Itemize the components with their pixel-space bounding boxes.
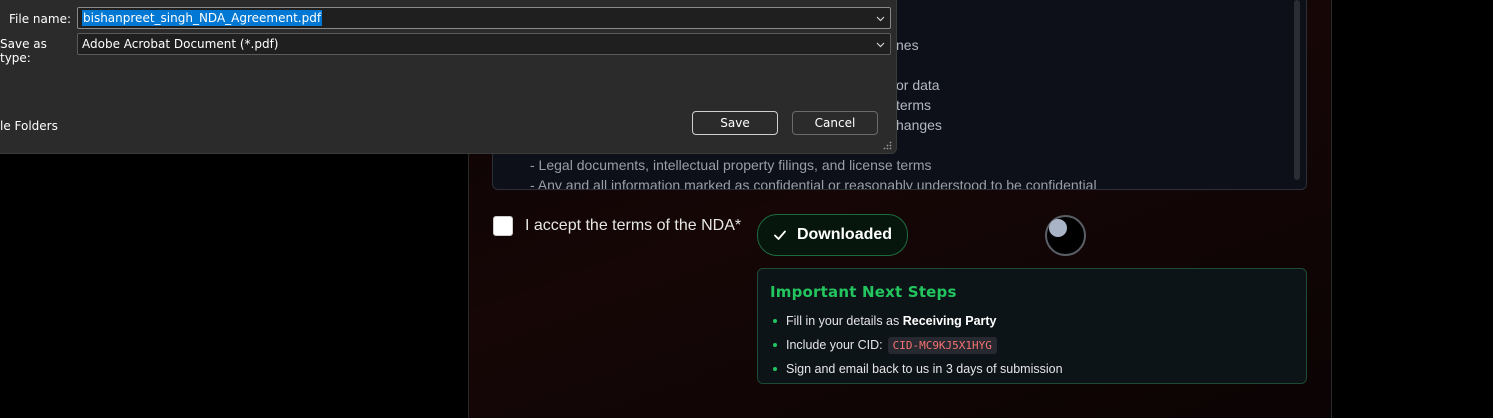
receiving-party-text: Receiving Party bbox=[902, 314, 997, 328]
terms-line-partial: terms bbox=[896, 97, 931, 113]
accept-terms-label[interactable]: I accept the terms of the NDA* bbox=[525, 217, 741, 235]
next-steps-card: Important Next Steps Fill in your detail… bbox=[757, 268, 1307, 384]
next-steps-title: Important Next Steps bbox=[770, 283, 957, 301]
chevron-down-icon[interactable] bbox=[875, 13, 886, 24]
terms-scrollbar[interactable] bbox=[1294, 0, 1300, 180]
step-text: Include your CID: bbox=[786, 338, 883, 352]
bullet-dot bbox=[773, 343, 777, 347]
cid-code[interactable]: CID-MC9KJ5X1HYG bbox=[887, 336, 997, 354]
file-name-value[interactable]: bishanpreet_singh_NDA_Agreement.pdf bbox=[82, 10, 323, 26]
terms-line-partial: nes bbox=[896, 37, 919, 53]
spinner-indicator bbox=[1049, 219, 1067, 237]
accept-terms-checkbox[interactable] bbox=[493, 216, 513, 236]
resize-grip-icon[interactable] bbox=[883, 141, 892, 150]
check-icon bbox=[774, 230, 786, 240]
next-step-item: Sign and email back to us in 3 days of s… bbox=[770, 357, 1294, 381]
terms-line: - Legal documents, intellectual property… bbox=[530, 157, 932, 173]
bullet-dot bbox=[773, 319, 777, 323]
bullet-dot bbox=[773, 367, 777, 371]
file-name-input[interactable]: bishanpreet_singh_NDA_Agreement.pdf bbox=[77, 7, 891, 29]
save-as-type-label: Save as type: bbox=[0, 37, 47, 65]
terms-line-partial: hanges bbox=[896, 117, 942, 133]
chevron-down-icon[interactable] bbox=[875, 39, 886, 50]
accept-terms-row: I accept the terms of the NDA* bbox=[493, 216, 741, 236]
downloaded-label: Downloaded bbox=[796, 226, 893, 243]
terms-line: - Any and all information marked as conf… bbox=[530, 177, 1097, 190]
step-text: Sign and email back to us in 3 days of s… bbox=[786, 362, 1063, 376]
save-button[interactable]: Save bbox=[692, 111, 778, 135]
loading-spinner bbox=[1045, 215, 1086, 256]
next-step-item: Include your CID: CID-MC9KJ5X1HYG bbox=[770, 333, 1294, 357]
hide-folders-toggle[interactable]: le Folders bbox=[0, 119, 58, 133]
terms-line-partial: or data bbox=[896, 77, 940, 93]
save-as-dialog: File name: bishanpreet_singh_NDA_Agreeme… bbox=[0, 0, 897, 154]
next-step-item: Fill in your details as Receiving Party bbox=[770, 309, 1294, 333]
save-as-type-select[interactable]: Adobe Acrobat Document (*.pdf) bbox=[77, 33, 891, 55]
downloaded-button[interactable]: Downloaded bbox=[757, 214, 908, 256]
step-text: Fill in your details as bbox=[786, 314, 903, 328]
save-as-type-value: Adobe Acrobat Document (*.pdf) bbox=[82, 37, 279, 51]
file-name-label: File name: bbox=[9, 12, 71, 26]
cancel-button[interactable]: Cancel bbox=[792, 111, 878, 135]
